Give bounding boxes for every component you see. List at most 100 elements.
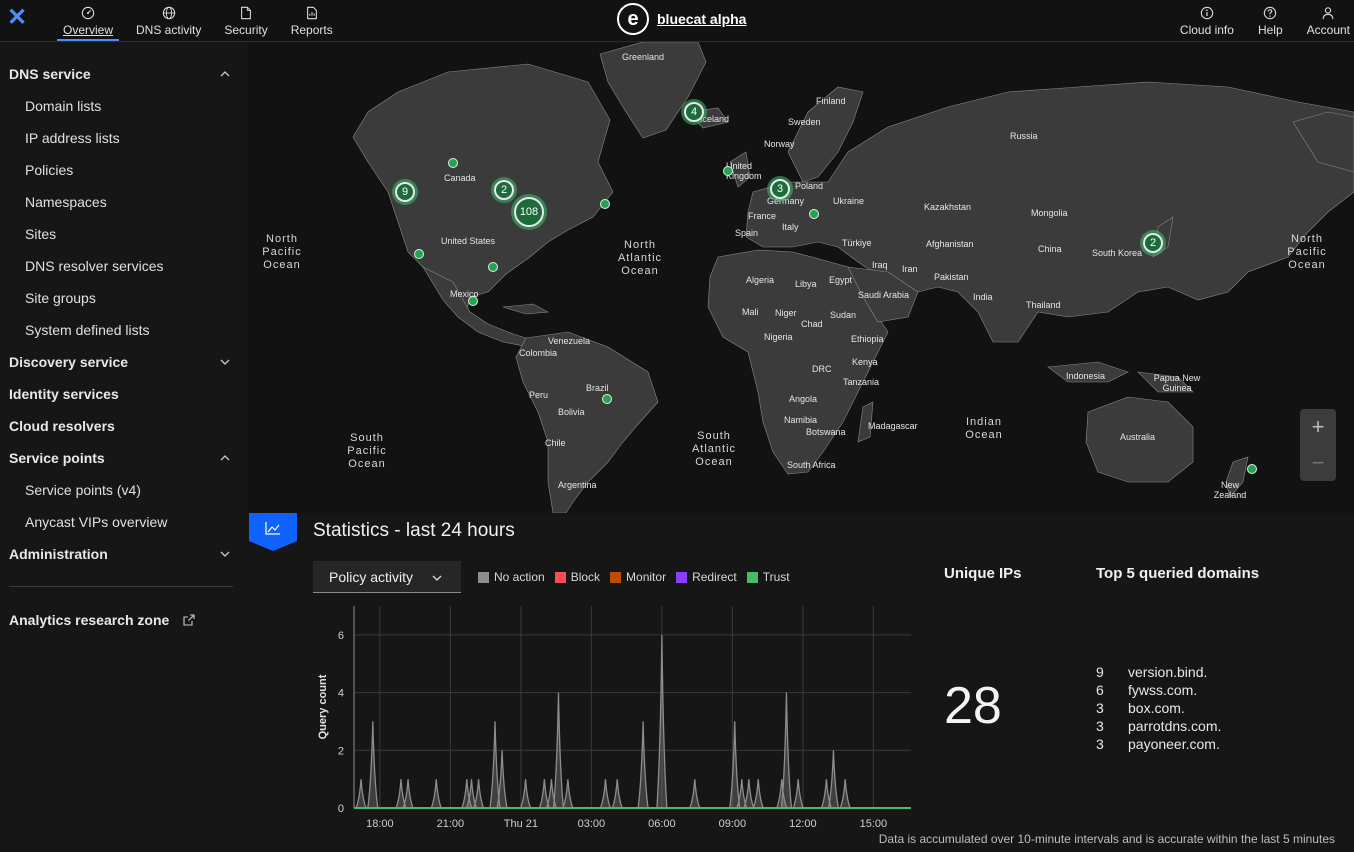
map-label: Australia xyxy=(1120,432,1156,442)
map-pin[interactable] xyxy=(414,249,424,259)
close-icon[interactable]: ✕ xyxy=(6,6,28,30)
map-label: Türkiye xyxy=(842,238,872,248)
map-pin[interactable] xyxy=(468,296,478,306)
map-label: Argentina xyxy=(558,480,597,490)
map-pin[interactable] xyxy=(448,158,458,168)
list-item: 3 payoneer.com. xyxy=(1096,736,1221,754)
map-label: Germany xyxy=(767,196,805,206)
zoom-in-button[interactable]: + xyxy=(1300,409,1336,445)
top-bar: ✕ Overview DNS activity Security Reports… xyxy=(0,0,1354,42)
user-icon xyxy=(1322,6,1334,19)
map-cluster[interactable]: 4 xyxy=(684,102,704,122)
sidebar-group-cloud-resolvers[interactable]: Cloud resolvers xyxy=(9,418,233,440)
map-label: Iraq xyxy=(872,260,888,270)
legend-swatch xyxy=(478,571,489,583)
map-cluster[interactable]: 2 xyxy=(494,180,514,200)
legend-swatch xyxy=(554,571,566,583)
tab-overview[interactable]: Overview xyxy=(57,0,120,42)
sidebar-item-site-groups[interactable]: Site groups xyxy=(25,290,96,306)
x-tick-label: Thu 21 xyxy=(504,818,538,830)
info-icon xyxy=(1200,6,1214,19)
y-tick-label: 4 xyxy=(338,688,344,700)
world-map[interactable]: Greenland Iceland Canada United States M… xyxy=(248,42,1354,513)
x-tick-label: 15:00 xyxy=(860,818,888,830)
map-pin[interactable] xyxy=(600,199,610,209)
sidebar-group-dns-service[interactable]: DNS service xyxy=(9,66,233,88)
ocean-label: South Atlantic Ocean xyxy=(691,430,737,468)
help-button[interactable]: Help xyxy=(1258,0,1283,42)
sidebar-item-domain-lists[interactable]: Domain lists xyxy=(25,98,101,114)
brand-logo: e xyxy=(617,3,649,35)
legend-item-monitor[interactable]: Monitor xyxy=(610,570,666,584)
legend-item-trust[interactable]: Trust xyxy=(746,570,790,584)
chevron-up-icon xyxy=(220,71,230,77)
brand[interactable]: e bluecat alpha xyxy=(617,3,746,35)
legend-label: Trust xyxy=(762,570,790,584)
sidebar-item-anycast-vips[interactable]: Anycast VIPs overview xyxy=(25,514,167,530)
sidebar-group-label: Administration xyxy=(9,546,108,562)
sidebar-item-service-points-v4[interactable]: Service points (v4) xyxy=(25,482,141,498)
tab-security[interactable]: Security xyxy=(218,0,273,42)
legend-swatch xyxy=(746,571,758,583)
domain-count: 3 xyxy=(1096,718,1104,734)
map-cluster[interactable]: 3 xyxy=(770,179,790,199)
sidebar-item-dns-resolver-services[interactable]: DNS resolver services xyxy=(25,258,163,274)
tab-reports[interactable]: Reports xyxy=(285,0,339,42)
legend-item-block[interactable]: Block xyxy=(554,570,600,584)
main-nav: Overview DNS activity Security Reports xyxy=(57,0,350,42)
zoom-out-button[interactable]: − xyxy=(1300,445,1336,481)
cloud-info-button[interactable]: Cloud info xyxy=(1180,0,1234,42)
plot-area xyxy=(354,606,911,808)
map-label: Colombia xyxy=(519,348,558,358)
sidebar-group-label: Cloud resolvers xyxy=(9,418,115,434)
sidebar-item-namespaces[interactable]: Namespaces xyxy=(25,194,107,210)
map-label: Angola xyxy=(789,394,818,404)
sidebar-group-service-points[interactable]: Service points xyxy=(9,450,233,472)
analytics-research-zone-link[interactable]: Analytics research zone xyxy=(9,612,233,634)
policy-activity-chart[interactable]: 0 2 4 6 18:00 21:00 Thu 21 03:00 06:00 09:00 12:00… xyxy=(313,600,915,835)
sidebar-item-sites[interactable]: Sites xyxy=(25,226,56,242)
account-button[interactable]: Account xyxy=(1307,0,1350,42)
sidebar-item-label: Policies xyxy=(25,162,74,178)
sidebar-item-label: Site groups xyxy=(25,290,96,306)
map-label: Russia xyxy=(1010,131,1038,141)
map-cluster[interactable]: 108 xyxy=(514,197,544,227)
map-label: South Korea xyxy=(1092,248,1143,258)
sidebar-group-discovery-service[interactable]: Discovery service xyxy=(9,354,233,376)
map-pin[interactable] xyxy=(488,262,498,272)
map-label: Sudan xyxy=(830,310,857,320)
y-tick-label: 0 xyxy=(338,803,344,815)
sidebar-item-ip-address-lists[interactable]: IP address lists xyxy=(25,130,120,146)
map-label: New Zealand xyxy=(1213,480,1247,500)
map-zoom-control: + − xyxy=(1300,409,1336,481)
sidebar-item-policies[interactable]: Policies xyxy=(25,162,73,178)
legend-item-no-action[interactable]: No action xyxy=(478,570,545,584)
map-label: Afghanistan xyxy=(926,239,974,249)
policy-activity-dropdown[interactable]: Policy activity xyxy=(313,561,461,593)
domain-name: version.bind. xyxy=(1128,664,1208,680)
map-pin[interactable] xyxy=(809,209,819,219)
list-item: 6 fywss.com. xyxy=(1096,682,1221,700)
domain-count: 6 xyxy=(1096,682,1104,698)
tab-dns-activity[interactable]: DNS activity xyxy=(130,0,207,42)
brand-name: bluecat alpha xyxy=(657,11,747,27)
sidebar-group-identity-services[interactable]: Identity services xyxy=(9,386,233,408)
map-pin[interactable] xyxy=(1247,464,1257,474)
unique-ips-value: 28 xyxy=(944,677,1002,735)
tab-label: Overview xyxy=(63,22,114,37)
map-label: Chile xyxy=(545,438,566,448)
legend-swatch xyxy=(676,571,688,583)
map-cluster[interactable]: 2 xyxy=(1143,233,1163,253)
y-tick-label: 2 xyxy=(338,745,344,757)
sidebar-item-label: Service points (v4) xyxy=(25,482,141,498)
legend-item-redirect[interactable]: Redirect xyxy=(676,570,737,584)
map-label: China xyxy=(1038,244,1062,254)
map-label: South Africa xyxy=(787,460,836,470)
map-pin[interactable] xyxy=(602,394,612,404)
map-pin[interactable] xyxy=(723,166,733,176)
sidebar-item-system-defined-lists[interactable]: System defined lists xyxy=(25,322,150,338)
report-icon xyxy=(306,6,317,19)
map-cluster[interactable]: 9 xyxy=(395,182,415,202)
sidebar-group-administration[interactable]: Administration xyxy=(9,546,233,568)
cloud-info-label: Cloud info xyxy=(1179,22,1234,37)
